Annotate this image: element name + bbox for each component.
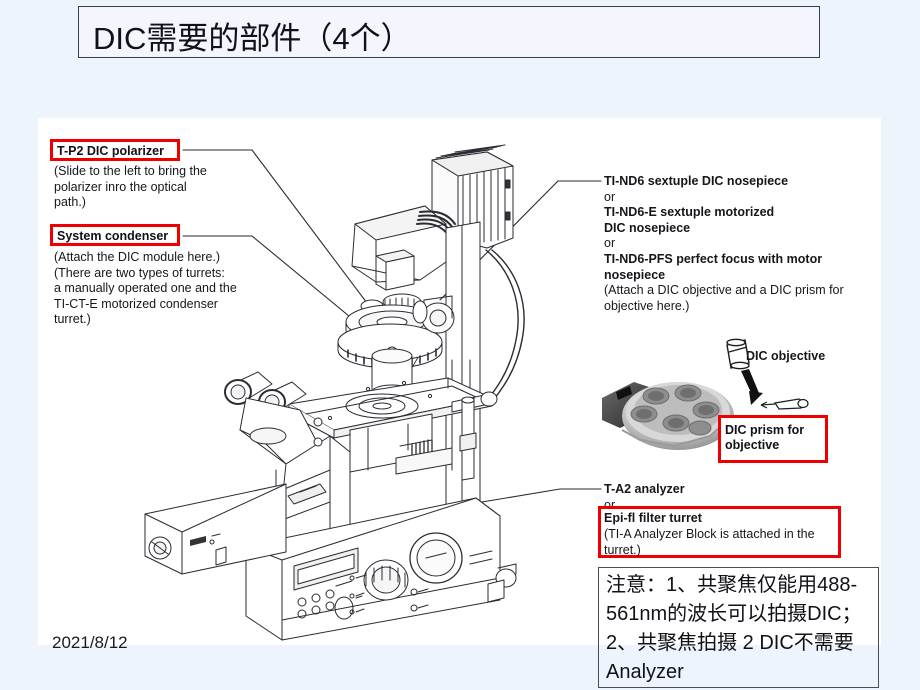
label-or-2: or: [604, 236, 616, 250]
chinese-note-text: 注意：1、共聚焦仅能用488-561nm的波长可以拍摄DIC；2、共聚焦拍摄 2…: [606, 574, 862, 683]
label-tp2-dic-polarizer: T-P2 DIC polarizer: [50, 139, 180, 161]
label-dic-prism-for-objective: DIC prism for objective: [718, 415, 828, 463]
note-nosepiece: (Attach a DIC objective and a DIC prism …: [604, 283, 844, 313]
page-title: DIC需要的部件（4个）: [93, 21, 412, 56]
label-tind6pfs-nosepiece: TI-ND6-PFS perfect focus with motor nose…: [604, 252, 823, 282]
slide-root: DIC需要的部件（4个） T-P2 DIC polarizer (Slide t…: [0, 0, 920, 690]
label-dic-objective: DIC objective: [746, 349, 826, 363]
note-system-condenser: (Attach the DIC module here.) (There are…: [54, 250, 237, 326]
slide-title-box: DIC需要的部件（4个）: [78, 6, 820, 58]
slide-date: 2021/8/12: [52, 633, 128, 652]
label-epifl-filter-turret: Epi-fl filter turret: [604, 511, 702, 525]
label-ta2-analyzer: T-A2 analyzer: [604, 482, 685, 496]
note-tp2-dic-polarizer: (Slide to the left to bring the polarize…: [54, 164, 207, 209]
label-tind6-nosepiece: TI-ND6 sextuple DIC nosepiece: [604, 174, 789, 188]
dic-objective-graphic: [726, 338, 809, 410]
note-epifl-filter-turret: (TI-A Analyzer Block is attached in the …: [604, 527, 815, 557]
label-tind6e-nosepiece: TI-ND6-E sextuple motorized DIC nosepiec…: [604, 205, 775, 235]
label-or-1: or: [604, 190, 616, 204]
label-system-condenser: System condenser: [50, 224, 180, 246]
